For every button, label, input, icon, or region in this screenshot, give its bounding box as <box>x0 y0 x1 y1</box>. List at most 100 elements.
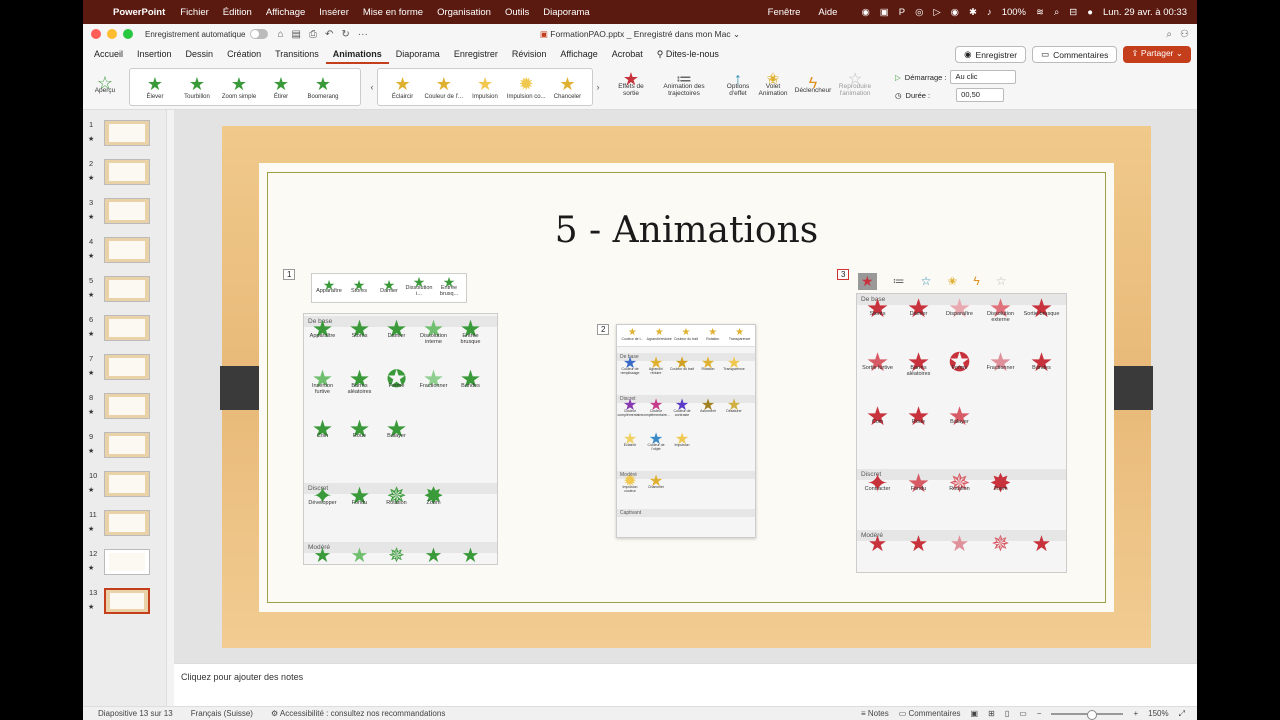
menu-fenetre[interactable]: Fenêtre <box>768 7 801 18</box>
zoom-out-icon[interactable]: − <box>1037 709 1042 718</box>
slide-thumbnail[interactable]: 11 ★ <box>83 508 167 538</box>
save-icon[interactable]: ▤ <box>292 29 301 40</box>
tab-affichage[interactable]: Affichage <box>553 44 604 64</box>
minimize-button[interactable] <box>107 29 117 39</box>
sorter-view-icon[interactable]: ⊞ <box>988 709 995 718</box>
effect-boomerang[interactable]: ★ Boomerang <box>302 74 344 100</box>
zoom-app-icon[interactable]: ▣ <box>880 7 889 18</box>
bell-icon[interactable]: ♪ <box>987 7 992 18</box>
preview-button[interactable]: ☆ Aperçu <box>87 74 123 94</box>
extension-icon[interactable]: ◉ <box>861 7 869 18</box>
effect-couleur[interactable]: ★ Couleur de l'... <box>423 74 464 100</box>
tab-enregistrer[interactable]: Enregistrer <box>447 44 505 64</box>
tab-dessin[interactable]: Dessin <box>179 44 221 64</box>
effect-impulsion-couleur[interactable]: ✹ Impulsion co... <box>506 74 547 100</box>
siri-icon[interactable]: ● <box>1087 7 1093 18</box>
notes-toggle[interactable]: ≡ Notes <box>861 709 889 718</box>
slide-thumbnail[interactable]: 9 ★ <box>83 430 167 460</box>
app-menu[interactable]: PowerPoint <box>109 7 173 18</box>
effect-etirer[interactable]: ★ Étirer <box>260 74 302 100</box>
zoom-slider[interactable] <box>1051 709 1124 720</box>
tab-transitions[interactable]: Transitions <box>268 44 326 64</box>
share-person-icon[interactable]: ⚇ <box>1180 29 1189 40</box>
slide[interactable]: 5 - Animations 1 ★ Apparaître ★ Stores ★ Da… <box>220 126 1153 648</box>
fit-slide-icon[interactable]: ⤢ <box>1179 709 1185 719</box>
search-icon[interactable]: ⌕ <box>1054 7 1059 18</box>
menu-outils[interactable]: Outils <box>498 7 536 18</box>
redo-icon[interactable]: ↻ <box>341 29 349 40</box>
play-icon[interactable]: ▷ <box>933 7 940 18</box>
slide-thumbnail[interactable]: 6 ★ <box>83 313 167 343</box>
control-center-icon[interactable]: ⊟ <box>1069 7 1077 18</box>
record-icon[interactable]: ◉ <box>951 7 959 18</box>
zoom-level[interactable]: 150% <box>1148 709 1168 718</box>
effect-impulsion[interactable]: ★ Impulsion <box>464 74 505 100</box>
effect-eclaircir[interactable]: ★ Éclaircir <box>382 74 423 100</box>
duration-stepper[interactable]: 00,50 <box>956 88 1005 102</box>
menu-edition[interactable]: Édition <box>216 7 259 18</box>
menu-mise-en-forme[interactable]: Mise en forme <box>356 7 430 18</box>
trigger-button[interactable]: ϟ Déclencheur <box>791 75 835 94</box>
slide-thumbnail[interactable]: 2 ★ <box>83 157 167 187</box>
tab-acrobat[interactable]: Acrobat <box>605 44 650 64</box>
slide-thumbnail[interactable]: 4 ★ <box>83 235 167 265</box>
autosave-toggle[interactable] <box>249 29 268 39</box>
maximize-button[interactable] <box>123 29 133 39</box>
close-button[interactable] <box>91 29 101 39</box>
slide-thumbnail[interactable]: 3 ★ <box>83 196 167 226</box>
effect-elever[interactable]: ★ Élever <box>134 74 176 100</box>
menu-aide[interactable]: Aide <box>818 7 837 18</box>
pen-icon[interactable]: P <box>899 7 905 18</box>
tab-revision[interactable]: Révision <box>505 44 554 64</box>
notes-pane[interactable]: Cliquez pour ajouter des notes <box>174 663 1197 706</box>
slide-thumbnail[interactable]: 5 ★ <box>83 274 167 304</box>
animation-pane-button[interactable]: ✬ Volet Animation <box>755 72 791 98</box>
comments-toggle[interactable]: ▭ Commentaires <box>899 709 961 718</box>
comments-button[interactable]: ▭ Commentaires <box>1032 46 1118 63</box>
slide-thumbnail[interactable]: 12 ★ <box>83 547 167 577</box>
menu-fichier[interactable]: Fichier <box>173 7 216 18</box>
effect-tourbillon[interactable]: ★ Tourbillon <box>176 74 218 100</box>
menu-organisation[interactable]: Organisation <box>430 7 498 18</box>
motion-paths-button[interactable]: ≔ Animation des trajectoires <box>657 72 711 98</box>
slideshow-view-icon[interactable]: ▭ <box>1019 709 1027 718</box>
normal-view-icon[interactable]: ▣ <box>971 709 979 718</box>
menu-affichage[interactable]: Affichage <box>259 7 312 18</box>
zoom-in-icon[interactable]: + <box>1133 709 1138 718</box>
gallery-next-icon[interactable]: › <box>593 82 603 92</box>
effect-options-button[interactable]: ↑ Options d'effet <box>721 72 755 98</box>
tell-me[interactable]: ⚲ Dites-le-nous <box>650 44 726 64</box>
slide-thumbnail-selected[interactable]: 13 ★ <box>83 586 167 616</box>
clock[interactable]: Lun. 29 avr. à 00:33 <box>1103 7 1187 18</box>
slide-thumbnail[interactable]: 10 ★ <box>83 469 167 499</box>
menu-diaporama[interactable]: Diaporama <box>536 7 596 18</box>
slide-thumbnail[interactable]: 7 ★ <box>83 352 167 382</box>
print-icon[interactable]: ⎙ <box>309 29 317 40</box>
undo-icon[interactable]: ↶ <box>325 29 333 40</box>
share-button[interactable]: ⇪ Partager ⌄ <box>1123 46 1191 63</box>
gallery-prev-icon[interactable]: ‹ <box>367 82 377 92</box>
reading-view-icon[interactable]: ▯ <box>1005 709 1009 718</box>
exit-effects-button[interactable]: ★ Effets de sortie <box>611 70 651 97</box>
slide-title[interactable]: 5 - Animations <box>259 210 1114 251</box>
bluetooth-icon[interactable]: ✱ <box>969 7 977 18</box>
effect-zoom-simple[interactable]: ★ Zoom simple <box>218 74 260 100</box>
effect-chanceler[interactable]: ★ Chanceler <box>547 74 588 100</box>
tab-insertion[interactable]: Insertion <box>130 44 179 64</box>
animation-painter-button[interactable]: ☆ Reproduire l'animation <box>835 72 875 98</box>
start-select[interactable]: Au clic <box>950 70 1017 84</box>
more-icon[interactable]: ··· <box>358 29 368 40</box>
home-icon[interactable]: ⌂ <box>278 29 284 40</box>
search-icon[interactable]: ⌕ <box>1166 29 1172 40</box>
slide-thumbnail[interactable]: 8 ★ <box>83 391 167 421</box>
language[interactable]: Français (Suisse) <box>191 709 253 718</box>
menu-inserer[interactable]: Insérer <box>312 7 356 18</box>
tab-creation[interactable]: Création <box>220 44 268 64</box>
record-button[interactable]: ◉ Enregistrer <box>955 46 1027 63</box>
tab-diaporama[interactable]: Diaporama <box>389 44 447 64</box>
accessibility-status[interactable]: ⚙ Accessibilité : consultez nos recomman… <box>271 709 445 718</box>
slide-thumbnail[interactable]: 1 ★ <box>83 118 167 148</box>
tab-animations[interactable]: Animations <box>325 44 389 64</box>
tab-accueil[interactable]: Accueil <box>87 44 130 64</box>
eye-icon[interactable]: ◎ <box>915 7 923 18</box>
